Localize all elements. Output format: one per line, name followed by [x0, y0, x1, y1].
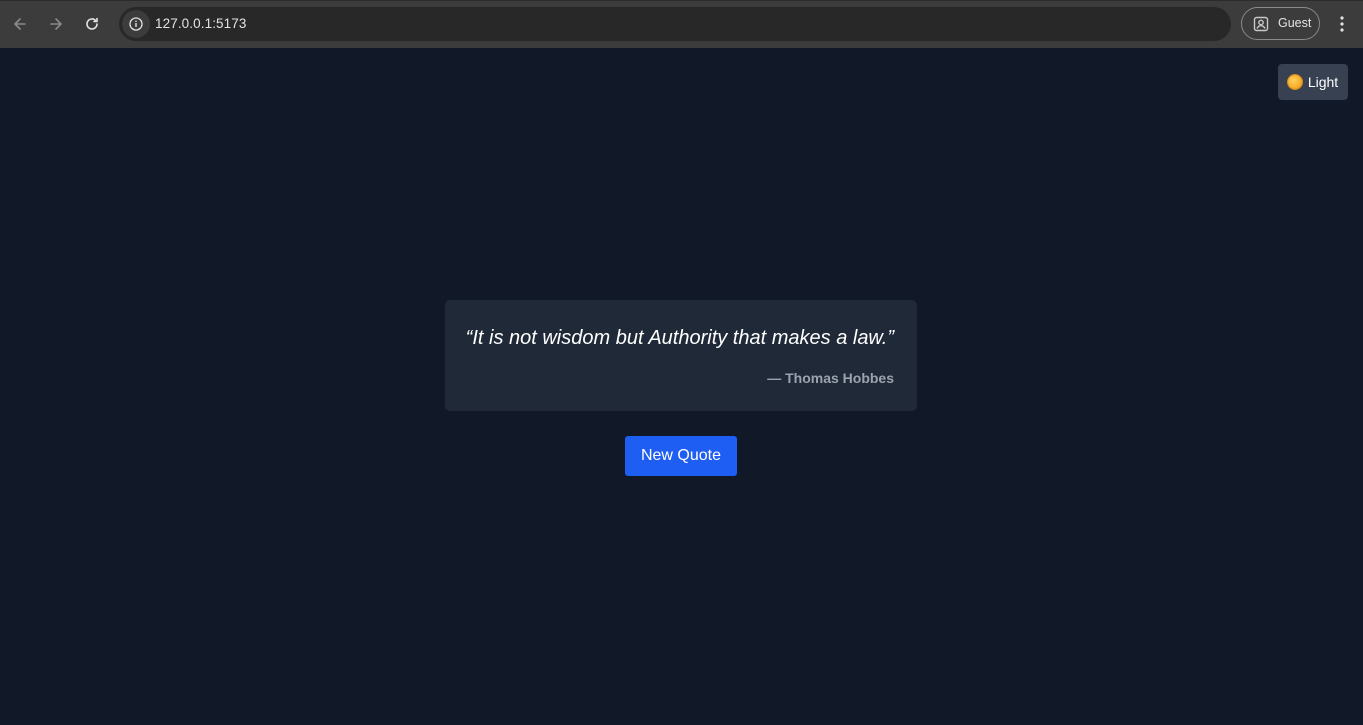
kebab-menu-icon: [1340, 16, 1344, 32]
reload-icon: [86, 17, 98, 30]
new-quote-button[interactable]: New Quote: [625, 436, 737, 476]
profile-label: Guest: [1278, 16, 1312, 30]
browser-toolbar: 127.0.0.1:5173 Guest: [0, 0, 1363, 48]
url-text[interactable]: 127.0.0.1:5173: [155, 16, 246, 31]
quote-card: “It is not wisdom but Authority that mak…: [445, 300, 917, 411]
address-bar[interactable]: 127.0.0.1:5173: [119, 7, 1231, 41]
site-info-button[interactable]: [122, 10, 150, 38]
toolbar-top-border: [0, 0, 1363, 1]
info-icon: [129, 17, 143, 31]
page-content: Light “It is not wisdom but Authority th…: [0, 48, 1363, 725]
theme-toggle-label: Light: [1307, 74, 1339, 90]
profile-button[interactable]: Guest: [1241, 7, 1320, 40]
sun-icon: [1287, 75, 1302, 89]
back-button[interactable]: [6, 10, 34, 38]
arrow-right-icon: [50, 18, 62, 30]
quote-author: — Thomas Hobbes: [767, 370, 894, 386]
reload-button[interactable]: [78, 10, 106, 38]
arrow-left-icon: [14, 18, 26, 30]
browser-menu-button[interactable]: [1329, 10, 1355, 38]
theme-toggle-button[interactable]: Light: [1278, 64, 1348, 100]
forward-button[interactable]: [42, 10, 70, 38]
profile-icon: [1253, 16, 1269, 32]
quote-text: “It is not wisdom but Authority that mak…: [465, 327, 894, 349]
